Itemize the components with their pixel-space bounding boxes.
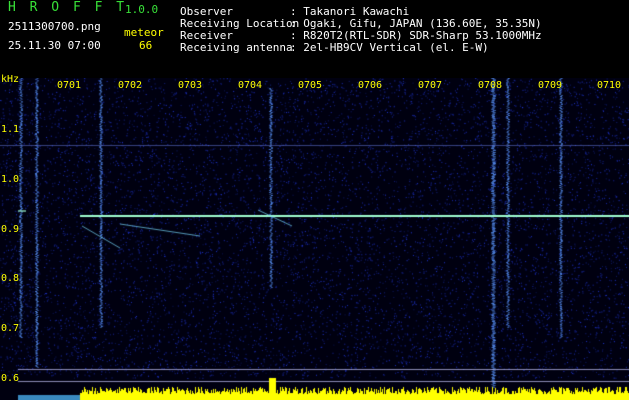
axis-unit-label: kHz	[1, 74, 20, 85]
y-tick-label: 0.7	[1, 323, 20, 334]
y-tick-label: 0.6	[1, 373, 20, 384]
header-panel: H R O F F T 1.0.0 2511300700.png 25.11.3…	[0, 0, 629, 78]
time-tick-label: 0710	[597, 80, 622, 91]
y-tick-label: 1.1	[1, 124, 20, 135]
file-name: 2511300700.png	[8, 20, 101, 33]
antenna-value: : 2el-HB9CV Vertical (el. E-W)	[290, 41, 489, 54]
time-tick-label: 0701	[57, 80, 82, 91]
time-tick-label: 0702	[118, 80, 143, 91]
time-tick-label: 0708	[478, 80, 503, 91]
antenna-label: Receiving antenna	[180, 41, 293, 54]
y-tick-label: 0.8	[1, 273, 20, 284]
app-title: H R O F F T	[8, 0, 128, 15]
time-tick-label: 0703	[178, 80, 203, 91]
app-version: 1.0.0	[125, 3, 159, 16]
time-tick-label: 0706	[358, 80, 383, 91]
meteor-label: meteor	[124, 26, 164, 39]
meteor-count: 66	[139, 39, 153, 52]
time-tick-label: 0705	[298, 80, 323, 91]
spectrogram-canvas	[0, 78, 629, 400]
y-tick-label: 0.9	[1, 224, 20, 235]
y-tick-label: 1.0	[1, 174, 20, 185]
date-time: 25.11.30 07:00	[8, 39, 101, 52]
time-tick-label: 0707	[418, 80, 443, 91]
time-tick-label: 0709	[538, 80, 563, 91]
time-tick-label: 0704	[238, 80, 263, 91]
